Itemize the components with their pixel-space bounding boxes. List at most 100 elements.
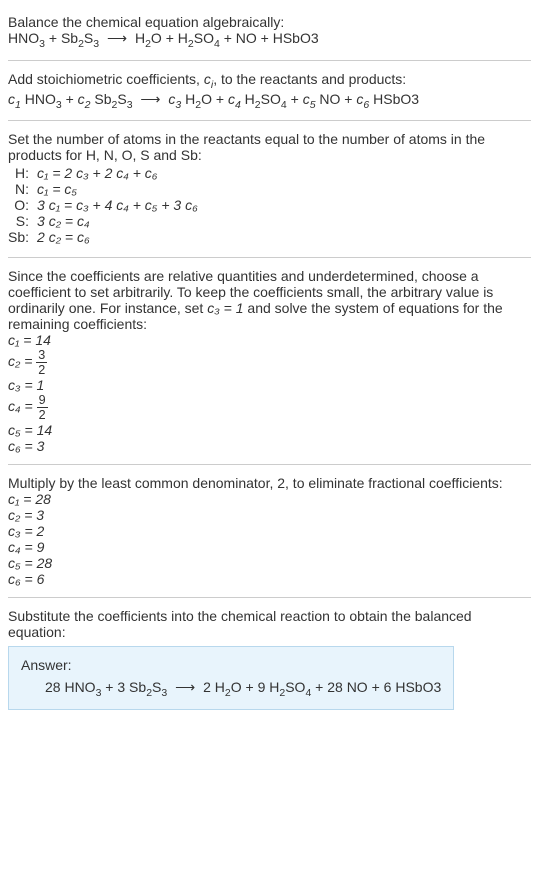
plus: + — [212, 91, 228, 107]
species: HNO — [8, 30, 39, 46]
coeff-line: c₁ = 28 — [8, 491, 531, 507]
plus: + — [62, 91, 78, 107]
sp: 2 H — [203, 679, 225, 695]
equation: c₁ = 2 c₃ + 2 c₄ + c₆ — [37, 165, 198, 181]
text: Add stoichiometric coefficients, — [8, 71, 204, 87]
sp: Sb — [91, 91, 112, 107]
eq: c₅ = 28 — [8, 555, 52, 571]
answer-box: Answer: 28 HNO3 + 3 Sb2S3 ⟶ 2 H2O + 9 H2… — [8, 646, 454, 710]
equation: 3 c₂ = c₄ — [37, 213, 198, 229]
coeff-line: c₁ = 14 — [8, 332, 531, 348]
plus: + — [340, 91, 356, 107]
coeff-var: ci — [204, 71, 213, 87]
sp: HNO — [21, 91, 56, 107]
arrow: ⟶ — [99, 30, 135, 46]
eq-text: c₁ = 2 c₃ + 2 c₄ + c₆ — [37, 165, 157, 181]
coeff-line: c₅ = 14 — [8, 422, 531, 438]
eq-text: 2 c₂ = c₆ — [37, 229, 90, 245]
step2-intro: Set the number of atoms in the reactants… — [8, 131, 531, 163]
eq-text: 3 c₂ = c₄ — [37, 213, 90, 229]
denominator: 2 — [36, 363, 47, 377]
species: + NO + HSbO3 — [220, 30, 319, 46]
species: O + H — [151, 30, 188, 46]
eq: c₆ = 3 — [8, 438, 44, 454]
eq: c₅ = 14 — [8, 422, 52, 438]
eq: c₁ = 28 — [8, 491, 51, 507]
coeff-line: c₄ = 9 — [8, 539, 531, 555]
step5-intro: Substitute the coefficients into the che… — [8, 608, 531, 640]
divider — [8, 597, 531, 598]
sp: + 28 NO + 6 HSbO3 — [311, 679, 441, 695]
sp: H — [181, 91, 195, 107]
element-label: S: — [8, 213, 37, 229]
intro-equation: HNO3 + Sb2S3 ⟶ H2O + H2SO4 + NO + HSbO3 — [8, 30, 531, 50]
numerator: 3 — [36, 348, 47, 363]
c: c — [303, 91, 310, 107]
coeff-line: c₆ = 3 — [8, 438, 531, 454]
coeff-line: c₅ = 28 — [8, 555, 531, 571]
arrow: ⟶ — [133, 91, 169, 107]
arrow: ⟶ — [167, 679, 203, 695]
sp: S — [152, 679, 161, 695]
divider — [8, 464, 531, 465]
step4-section: Multiply by the least common denominator… — [8, 469, 531, 593]
eq: c₃ = 1 — [8, 377, 44, 393]
element-label: N: — [8, 181, 37, 197]
sp: NO — [316, 91, 341, 107]
answer-equation: 28 HNO3 + 3 Sb2S3 ⟶ 2 H2O + 9 H2SO4 + 28… — [21, 679, 441, 699]
numerator: 9 — [37, 393, 48, 408]
text: , to the reactants and products: — [213, 71, 406, 87]
eq-row: H:c₁ = 2 c₃ + 2 c₄ + c₆ — [8, 165, 198, 181]
species: SO — [194, 30, 214, 46]
fraction: 92 — [37, 393, 48, 422]
coeff-line: c₆ = 6 — [8, 571, 531, 587]
step4-intro: Multiply by the least common denominator… — [8, 475, 531, 491]
step1-text: Add stoichiometric coefficients, ci, to … — [8, 71, 531, 91]
element-label: H: — [8, 165, 37, 181]
element-label: O: — [8, 197, 37, 213]
c: c — [78, 91, 85, 107]
species: S — [84, 30, 93, 46]
step5-section: Substitute the coefficients into the che… — [8, 602, 531, 716]
equation: 3 c₁ = c₃ + 4 c₄ + c₅ + 3 c₆ — [37, 197, 198, 213]
species: Sb — [61, 30, 78, 46]
sp: HSbO3 — [369, 91, 419, 107]
intro-text: Balance the chemical equation algebraica… — [8, 14, 531, 30]
eq: c₆ = 6 — [8, 571, 44, 587]
coeff-line: c₃ = 1 — [8, 377, 531, 393]
answer-label: Answer: — [21, 657, 441, 673]
divider — [8, 120, 531, 121]
sp: S — [117, 91, 126, 107]
coeff-line: c₂ = 3 — [8, 507, 531, 523]
denominator: 2 — [37, 408, 48, 422]
species: H — [135, 30, 145, 46]
eq-row: O:3 c₁ = c₃ + 4 c₄ + c₅ + 3 c₆ — [8, 197, 198, 213]
lhs: c₂ = — [8, 354, 36, 370]
var: c₃ = 1 — [207, 300, 243, 316]
step3-intro: Since the coefficients are relative quan… — [8, 268, 531, 332]
sp: SO — [261, 91, 281, 107]
eq-text: c₁ = c₅ — [37, 181, 77, 197]
fraction: 32 — [36, 348, 47, 377]
element-label: Sb: — [8, 229, 37, 245]
step3-section: Since the coefficients are relative quan… — [8, 262, 531, 460]
sp: 28 HNO — [45, 679, 96, 695]
step1-equation: c1 HNO3 + c2 Sb2S3 ⟶ c3 H2O + c4 H2SO4 +… — [8, 91, 531, 111]
plus: + — [287, 91, 303, 107]
coeff-line: c₂ = 32 — [8, 348, 531, 377]
step2-table: H:c₁ = 2 c₃ + 2 c₄ + c₆ N:c₁ = c₅ O:3 c₁… — [8, 165, 198, 245]
intro-section: Balance the chemical equation algebraica… — [8, 8, 531, 56]
sp: + 3 Sb — [101, 679, 146, 695]
lhs: c₄ = — [8, 399, 37, 415]
equation: c₁ = c₅ — [37, 181, 198, 197]
eq: c₁ = 14 — [8, 332, 51, 348]
eq-row: Sb:2 c₂ = c₆ — [8, 229, 198, 245]
sp: O + 9 H — [231, 679, 280, 695]
eq: c₂ = 3 — [8, 507, 44, 523]
sp: O — [201, 91, 212, 107]
spsub: 3 — [127, 98, 133, 110]
sp: H — [241, 91, 255, 107]
eq-text: 3 c₁ = c₃ + 4 c₄ + c₅ + 3 c₆ — [37, 197, 198, 213]
eq: c₃ = 2 — [8, 523, 44, 539]
coeff-line: c₃ = 2 — [8, 523, 531, 539]
